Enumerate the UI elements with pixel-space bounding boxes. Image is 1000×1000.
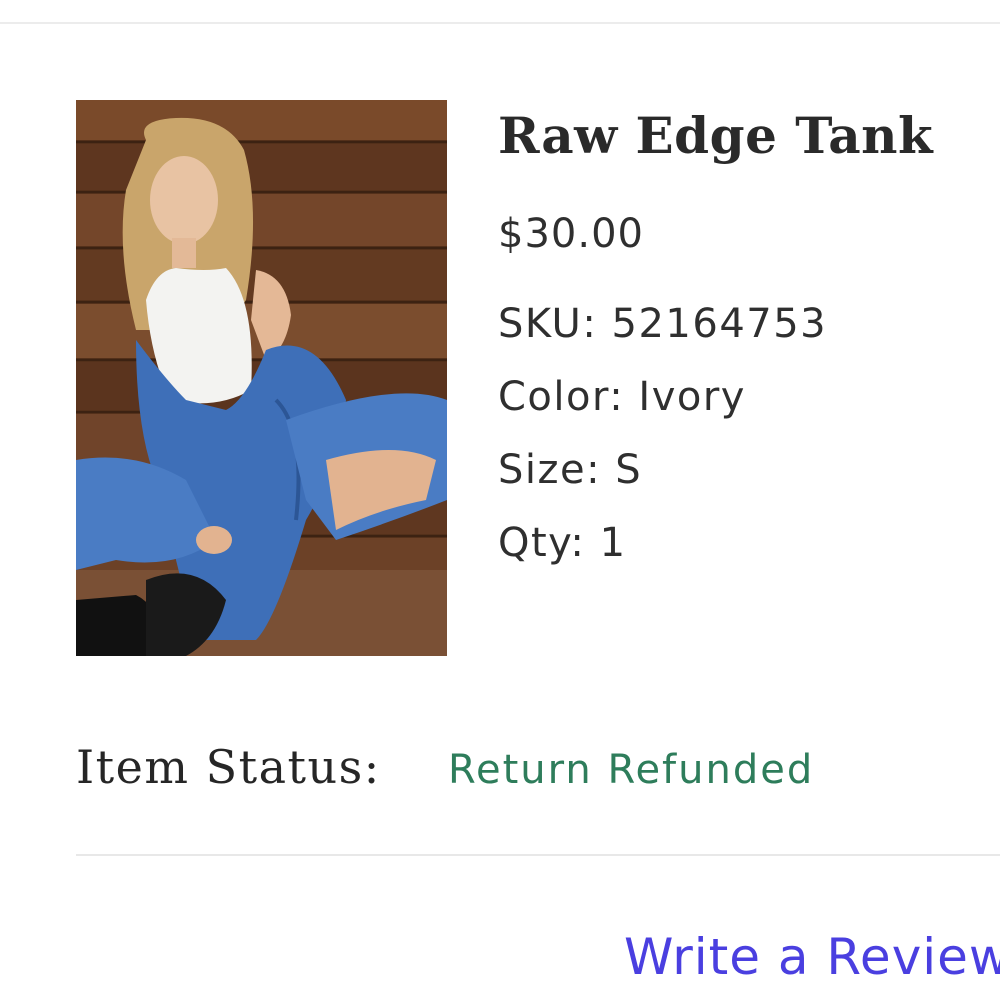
product-photo-illustration: [76, 100, 447, 656]
product-info: Raw Edge Tank $30.00 SKU: 52164753 Color…: [498, 104, 998, 567]
product-sku: SKU: 52164753: [498, 301, 828, 347]
product-image[interactable]: [76, 100, 447, 656]
product-price: $30.00: [498, 211, 644, 257]
item-status-row: Item Status: Return Refunded: [76, 740, 814, 794]
write-review-link[interactable]: Write a Review: [624, 928, 1000, 986]
item-status-value: Return Refunded: [448, 747, 815, 793]
section-divider: [76, 854, 1000, 856]
product-size: Size: S: [498, 447, 643, 493]
top-divider-band: [0, 0, 1000, 24]
item-status-label: Item Status:: [76, 740, 381, 794]
product-color: Color: Ivory: [498, 374, 746, 420]
product-qty: Qty: 1: [498, 520, 627, 566]
product-title[interactable]: Raw Edge Tank: [498, 104, 998, 168]
